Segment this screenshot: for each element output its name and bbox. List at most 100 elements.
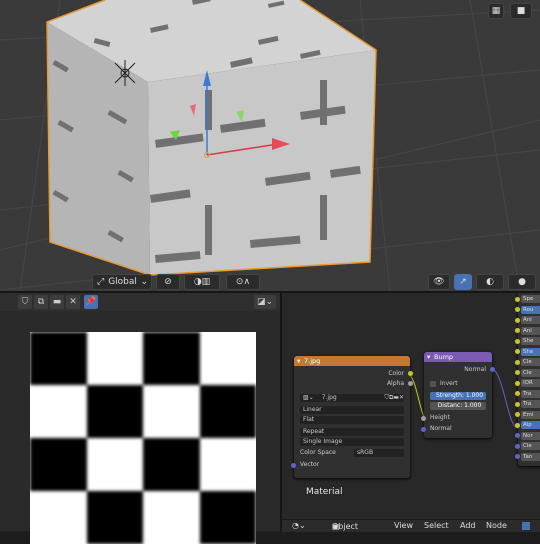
bsdf-input-socket[interactable] [515, 338, 520, 344]
bsdf-input-socket[interactable] [515, 422, 520, 428]
vector-input-socket[interactable] [291, 463, 296, 468]
viewport-scene [0, 0, 540, 292]
color-space-row: Color Space sRGB [300, 449, 404, 457]
bsdf-input-row[interactable]: Cle [521, 358, 540, 366]
bsdf-input-socket[interactable] [515, 307, 520, 312]
display-channels-icon[interactable]: ◪⌄ [254, 295, 276, 309]
menu-node[interactable]: Node [486, 521, 507, 530]
grid-icon[interactable]: ▦ [488, 3, 504, 19]
menu-view[interactable]: View [394, 521, 413, 530]
3d-viewport[interactable]: ▦ ■ ⤢ Global ⌄ ⊘ ◑▥ ⊙∧ 👁 ↗ ◐ ● [0, 0, 540, 292]
view-icon[interactable]: 👁 [428, 274, 450, 290]
bsdf-input-row[interactable]: Tra [521, 389, 540, 398]
color-output-socket[interactable] [408, 371, 413, 376]
close-icon[interactable]: ✕ [66, 295, 80, 309]
bsdf-input-row[interactable]: Spe [521, 295, 540, 303]
bsdf-input-socket[interactable] [515, 454, 520, 459]
bsdf-input-row[interactable]: She [521, 337, 540, 345]
node-editor-header: ◔⌄ ▣ Object View Select Add Node [282, 519, 540, 532]
bsdf-input-socket[interactable] [515, 317, 520, 323]
bsdf-input-row[interactable]: Ani [521, 316, 540, 324]
bsdf-input-row[interactable]: Ani [521, 326, 540, 335]
material-name: Material [306, 487, 343, 497]
menu-add[interactable]: Add [460, 521, 476, 530]
image-canvas[interactable] [0, 311, 280, 544]
distance-slider[interactable]: Distanc: 1.000 [430, 402, 486, 410]
pivot-icon[interactable]: ⊘ [156, 274, 180, 290]
normal-input-socket[interactable] [421, 427, 426, 432]
bsdf-input-row[interactable]: She [521, 347, 540, 356]
bsdf-input-socket[interactable] [515, 443, 520, 449]
color-space-dropdown[interactable]: sRGB [354, 449, 404, 457]
bsdf-input-row[interactable]: Cle [521, 442, 540, 450]
menu-select[interactable]: Select [424, 521, 449, 530]
bsdf-input-socket[interactable] [515, 296, 520, 302]
editor-type-icon[interactable]: ◔⌄ [292, 521, 306, 530]
shield-icon[interactable]: ⛉ [18, 295, 32, 309]
principled-bsdf-node[interactable]: Spe Rou Ani Ani She She Cle Cle IOR Tra Tra Emi Alp N… [515, 293, 540, 466]
overlay-icon[interactable]: ◐ [476, 274, 504, 290]
height-input-socket[interactable] [421, 416, 426, 421]
shading-icon[interactable]: ● [508, 274, 536, 290]
source-dropdown[interactable]: Single Image [300, 438, 404, 446]
projection-dropdown[interactable]: Flat [300, 416, 404, 424]
color-output-label: Color [388, 370, 404, 377]
camera-icon[interactable]: ■ [510, 3, 532, 19]
bsdf-input-row[interactable]: Nor [521, 431, 540, 440]
image-texture-node[interactable]: ▾ 7.jpg Color Alpha ▨⌄ 7.jpg ⛉⧉▬✕ Linear… [291, 356, 413, 478]
invert-row[interactable]: Invert [430, 380, 486, 388]
snap-icon[interactable]: ◑▥ [184, 274, 220, 290]
normal-output-label: Normal [464, 366, 486, 373]
bsdf-input-row[interactable]: Emi [521, 410, 540, 419]
bsdf-input-socket[interactable] [515, 349, 520, 354]
duplicate-icon[interactable]: ⧉ [34, 295, 48, 309]
extension-dropdown[interactable]: Repeat [300, 428, 404, 436]
bsdf-input-row[interactable]: Cle [521, 368, 540, 377]
collapse-icon[interactable]: ▾ [427, 352, 430, 362]
bsdf-input-socket[interactable] [515, 401, 520, 407]
mode-label: Object [332, 522, 359, 531]
bsdf-input-socket[interactable] [515, 370, 520, 375]
vector-input-label: Vector [300, 461, 320, 468]
bump-node[interactable]: ▾ Bump Normal Invert Strength: 1.000 Dis… [421, 352, 495, 438]
interpolation-dropdown[interactable]: Linear [300, 406, 404, 414]
image-actions-icon[interactable]: ⛉⧉▬✕ [385, 394, 404, 402]
image-node-header[interactable]: ▾ 7.jpg [294, 356, 410, 366]
strength-slider[interactable]: Strength: 1.000 [430, 392, 486, 400]
image-node-title: 7.jpg [304, 357, 321, 365]
normal-input-label: Normal [430, 425, 452, 432]
collapse-icon[interactable]: ▾ [297, 356, 300, 366]
use-nodes-checkbox[interactable] [522, 522, 530, 530]
checker-image [30, 332, 256, 544]
bsdf-input-row[interactable]: Alp [521, 421, 540, 429]
node-editor[interactable]: ▾ 7.jpg Color Alpha ▨⌄ 7.jpg ⛉⧉▬✕ Linear… [282, 293, 540, 531]
image-editor-header: ⛉ ⧉ ▬ ✕ 📌 ◪⌄ [0, 293, 280, 312]
image-name-field[interactable]: 7.jpg [322, 394, 337, 402]
gizmo-icon[interactable]: ↗ [454, 274, 472, 290]
proportional-edit-icon[interactable]: ⊙∧ [226, 274, 260, 290]
image-selector[interactable]: ▨⌄ 7.jpg ⛉⧉▬✕ [300, 394, 404, 402]
bsdf-input-row[interactable]: IOR [521, 379, 540, 387]
bsdf-input-row[interactable]: Tan [521, 452, 540, 461]
invert-checkbox[interactable] [430, 381, 436, 387]
bsdf-input-row[interactable]: Rou [521, 305, 540, 314]
orientation-icon: ⤢ [97, 277, 105, 287]
bsdf-input-socket[interactable] [515, 433, 520, 438]
invert-label: Invert [440, 380, 458, 387]
transform-orientation-dropdown[interactable]: ⤢ Global ⌄ [92, 274, 152, 290]
bsdf-input-socket[interactable] [515, 412, 520, 417]
image-icon: ▨⌄ [303, 394, 314, 401]
folder-icon[interactable]: ▬ [50, 295, 64, 309]
normal-output-socket[interactable] [490, 367, 495, 372]
alpha-output-socket[interactable] [408, 381, 413, 386]
bump-node-header[interactable]: ▾ Bump [424, 352, 492, 362]
bsdf-input-socket[interactable] [515, 391, 520, 396]
image-editor[interactable]: ⛉ ⧉ ▬ ✕ 📌 ◪⌄ [0, 293, 280, 544]
bsdf-input-socket[interactable] [515, 359, 520, 365]
bsdf-input-socket[interactable] [515, 380, 520, 386]
bsdf-input-row[interactable]: Tra [521, 400, 540, 408]
transform-orientation-label: Global [108, 277, 137, 287]
pin-icon[interactable]: 📌 [84, 295, 98, 309]
bsdf-input-socket[interactable] [515, 328, 520, 333]
checker-pattern [30, 332, 256, 544]
